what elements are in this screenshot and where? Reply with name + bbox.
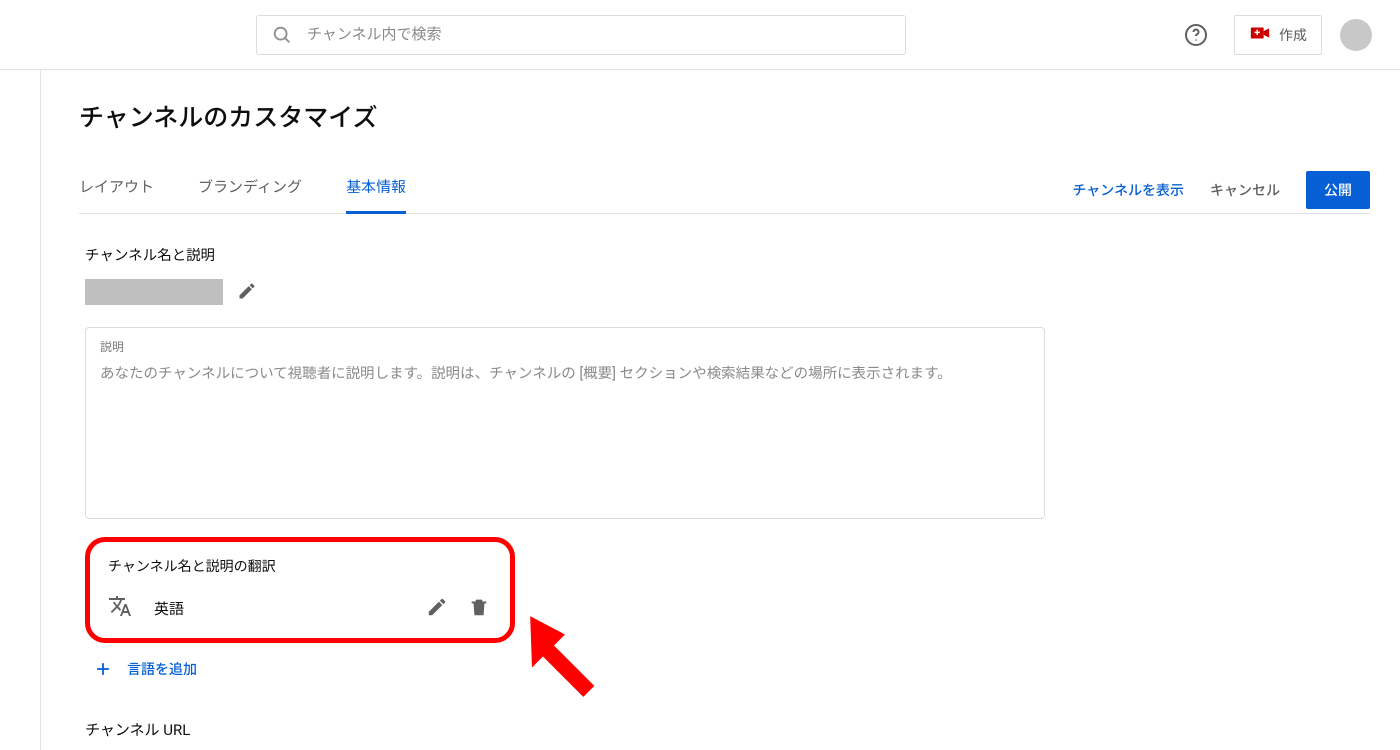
translate-icon bbox=[108, 594, 132, 622]
channel-name-redacted bbox=[85, 279, 223, 305]
help-button[interactable] bbox=[1176, 15, 1216, 55]
publish-button[interactable]: 公開 bbox=[1306, 171, 1370, 209]
edit-translation-button[interactable] bbox=[426, 596, 450, 620]
search-icon bbox=[271, 24, 293, 46]
url-section: チャンネル URL 自分のチャンネルの本来のウェブアドレスです。URL の末尾の… bbox=[85, 719, 1370, 750]
tab-basic-info[interactable]: 基本情報 bbox=[346, 166, 406, 213]
add-language-button[interactable]: 言語を追加 bbox=[93, 659, 515, 679]
cancel-button[interactable]: キャンセル bbox=[1210, 180, 1280, 200]
avatar[interactable] bbox=[1340, 19, 1372, 51]
page-title: チャンネルのカスタマイズ bbox=[79, 98, 1370, 134]
pencil-icon bbox=[426, 596, 448, 618]
name-section: チャンネル名と説明 説明 あなたのチャンネルについて視聴者に説明します。説明は、… bbox=[79, 214, 1370, 750]
create-button[interactable]: 作成 bbox=[1234, 15, 1322, 55]
main-panel: チャンネルのカスタマイズ レイアウト ブランディング 基本情報 チャンネルを表示… bbox=[40, 70, 1400, 750]
translation-row: 英語 bbox=[108, 594, 492, 622]
pencil-icon bbox=[237, 281, 257, 301]
description-placeholder: あなたのチャンネルについて視聴者に説明します。説明は、チャンネルの [概要] セ… bbox=[100, 361, 1030, 387]
edit-name-button[interactable] bbox=[237, 281, 259, 303]
help-icon bbox=[1184, 23, 1208, 47]
tabs-row: レイアウト ブランディング 基本情報 チャンネルを表示 キャンセル 公開 bbox=[79, 166, 1370, 214]
annotation-arrow bbox=[521, 607, 631, 721]
delete-translation-button[interactable] bbox=[468, 596, 492, 620]
url-section-label: チャンネル URL bbox=[85, 719, 1370, 740]
top-right-actions: 作成 bbox=[1176, 15, 1372, 55]
translation-section-label: チャンネル名と説明の翻訳 bbox=[108, 556, 492, 576]
plus-icon bbox=[93, 659, 113, 679]
name-section-label: チャンネル名と説明 bbox=[85, 244, 1370, 265]
create-icon bbox=[1249, 22, 1271, 48]
translation-language-label: 英語 bbox=[154, 598, 408, 619]
translation-section: チャンネル名と説明の翻訳 英語 bbox=[85, 537, 515, 679]
search-input[interactable] bbox=[307, 26, 891, 43]
annotation-highlight-box: チャンネル名と説明の翻訳 英語 bbox=[85, 537, 515, 643]
description-field-label: 説明 bbox=[100, 338, 1030, 355]
add-language-label: 言語を追加 bbox=[127, 659, 197, 679]
view-channel-link[interactable]: チャンネルを表示 bbox=[1072, 180, 1184, 200]
description-field[interactable]: 説明 あなたのチャンネルについて視聴者に説明します。説明は、チャンネルの [概要… bbox=[85, 327, 1045, 519]
search-box[interactable] bbox=[256, 15, 906, 55]
trash-icon bbox=[468, 596, 490, 618]
tab-branding[interactable]: ブランディング bbox=[198, 166, 302, 213]
tab-layout[interactable]: レイアウト bbox=[79, 166, 154, 213]
create-label: 作成 bbox=[1279, 25, 1307, 45]
top-bar: 作成 bbox=[0, 0, 1400, 70]
